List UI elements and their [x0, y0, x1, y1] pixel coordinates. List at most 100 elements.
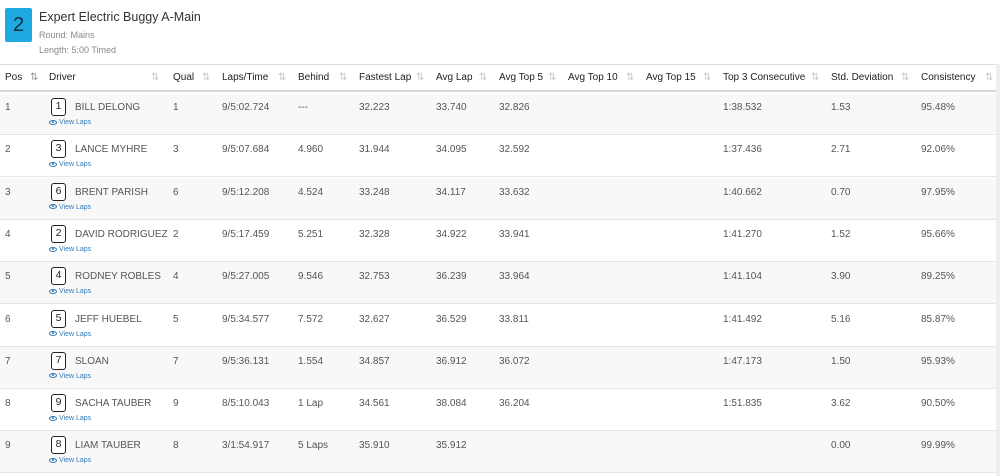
table-row: 2 3 9/5:07.684 4.960 31.944 34.095 32.592 1:37.… [0, 135, 1000, 178]
car-number-badge: 9 [51, 394, 66, 413]
view-laps-link[interactable]: View Laps [49, 415, 91, 422]
view-laps-link[interactable]: View Laps [49, 457, 91, 464]
std-deviation-cell: 5.16 [831, 313, 851, 325]
sort-icon[interactable]: ⇅ [811, 65, 820, 91]
fastest-lap-cell: 35.910 [359, 440, 390, 452]
fastest-lap-cell: 32.223 [359, 102, 390, 113]
column-header-avg-top5[interactable]: Avg Top 5 [499, 65, 543, 91]
race-number-badge: 2 [5, 8, 32, 42]
sort-icon[interactable]: ⇅ [151, 65, 160, 91]
race-header: 2 Expert Electric Buggy A-Main Round: Ma… [0, 0, 1000, 64]
top3-consecutive-cell: 1:37.436 [723, 144, 762, 156]
avg-top5-cell: 36.204 [499, 398, 530, 410]
sort-icon[interactable]: ⇅ [548, 65, 557, 91]
qual-cell: 6 [173, 186, 179, 198]
race-title: Expert Electric Buggy A-Main [39, 10, 201, 24]
column-header-fastest-lap[interactable]: Fastest Lap [359, 65, 411, 91]
column-header-behind[interactable]: Behind [298, 65, 329, 91]
laps-time-cell: 9/5:17.459 [222, 228, 270, 240]
pos-cell: 5 [5, 271, 11, 283]
behind-cell: --- [298, 102, 308, 113]
pos-cell: 8 [5, 398, 11, 410]
fastest-lap-cell: 34.857 [359, 355, 390, 367]
fastest-lap-cell: 34.561 [359, 398, 390, 410]
column-header-avg-lap[interactable]: Avg Lap [436, 65, 473, 91]
view-laps-link[interactable]: View Laps [49, 161, 91, 168]
std-deviation-cell: 1.52 [831, 228, 851, 240]
fastest-lap-cell: 32.627 [359, 313, 390, 325]
view-laps-label: View Laps [59, 288, 92, 296]
std-deviation-cell: 3.90 [831, 271, 851, 283]
column-header-avg-top15[interactable]: Avg Top 15 [646, 65, 696, 91]
column-header-avg-top10[interactable]: Avg Top 10 [568, 65, 618, 91]
consistency-cell: 85.87% [921, 313, 955, 325]
scrollbar[interactable] [996, 64, 1000, 476]
driver-name: SACHA TAUBER [75, 398, 152, 410]
view-laps-link[interactable]: View Laps [49, 373, 91, 380]
view-laps-label: View Laps [59, 372, 92, 380]
sort-icon[interactable]: ⇅ [278, 65, 287, 91]
avg-top5-cell: 36.072 [499, 355, 530, 367]
consistency-cell: 99.99% [921, 440, 955, 452]
sort-icon[interactable]: ⇅ [626, 65, 635, 91]
column-header-laps-time[interactable]: Laps/Time [222, 65, 268, 91]
driver-name: SLOAN [75, 355, 109, 367]
view-laps-label: View Laps [59, 203, 92, 211]
car-number-badge: 4 [51, 267, 66, 286]
sort-asc-icon[interactable]: ⇅ [30, 65, 39, 91]
column-header-top3-consecutive[interactable]: Top 3 Consecutive [723, 65, 805, 91]
view-laps-link[interactable]: View Laps [49, 331, 91, 338]
column-header-consistency[interactable]: Consistency [921, 65, 975, 91]
eye-icon [49, 373, 57, 379]
sort-icon[interactable]: ⇅ [479, 65, 488, 91]
behind-cell: 9.546 [298, 271, 324, 283]
avg-top5-cell: 33.941 [499, 228, 530, 240]
eye-icon [49, 288, 57, 294]
qual-cell: 5 [173, 313, 179, 325]
std-deviation-cell: 2.71 [831, 144, 851, 156]
view-laps-label: View Laps [59, 161, 92, 169]
pos-cell: 7 [5, 355, 11, 367]
avg-lap-cell: 36.529 [436, 313, 467, 325]
laps-time-cell: 9/5:27.005 [222, 271, 270, 283]
qual-cell: 2 [173, 228, 179, 240]
view-laps-link[interactable]: View Laps [49, 246, 91, 253]
top3-consecutive-cell: 1:47.173 [723, 355, 762, 367]
sort-icon[interactable]: ⇅ [703, 65, 712, 91]
view-laps-link[interactable]: View Laps [49, 204, 91, 211]
top3-consecutive-cell: 1:51.835 [723, 398, 762, 410]
qual-cell: 4 [173, 271, 179, 283]
column-header-driver[interactable]: Driver [49, 65, 76, 91]
table-row: 5 4 9/5:27.005 9.546 32.753 36.239 33.964 1:41.… [0, 262, 1000, 305]
sort-icon[interactable]: ⇅ [416, 65, 425, 91]
avg-top5-cell: 32.826 [499, 102, 530, 113]
avg-top5-cell: 33.811 [499, 313, 529, 325]
column-header-pos[interactable]: Pos [5, 65, 22, 91]
results-page: 2 Expert Electric Buggy A-Main Round: Ma… [0, 0, 1000, 476]
top3-consecutive-cell: 1:38.532 [723, 102, 762, 113]
consistency-cell: 95.93% [921, 355, 955, 367]
avg-lap-cell: 35.912 [436, 440, 467, 452]
sort-icon[interactable]: ⇅ [985, 65, 994, 91]
sort-icon[interactable]: ⇅ [339, 65, 348, 91]
view-laps-link[interactable]: View Laps [49, 288, 91, 295]
avg-lap-cell: 34.095 [436, 144, 467, 156]
eye-icon [49, 204, 57, 210]
consistency-cell: 95.66% [921, 228, 955, 240]
column-header-std-deviation[interactable]: Std. Deviation [831, 65, 893, 91]
fastest-lap-cell: 31.944 [359, 144, 390, 156]
driver-name: BRENT PARISH [75, 186, 148, 198]
sort-icon[interactable]: ⇅ [901, 65, 910, 91]
qual-cell: 1 [173, 102, 179, 113]
view-laps-link[interactable]: View Laps [49, 119, 91, 126]
sort-icon[interactable]: ⇅ [202, 65, 211, 91]
column-header-qual[interactable]: Qual [173, 65, 194, 91]
table-row: 3 6 9/5:12.208 4.524 33.248 34.117 33.632 1:40.… [0, 177, 1000, 220]
consistency-cell: 92.06% [921, 144, 955, 156]
race-length: Length: 5:00 Timed [39, 45, 117, 55]
race-round: Round: Mains [39, 30, 95, 40]
consistency-cell: 97.95% [921, 186, 955, 198]
behind-cell: 4.960 [298, 144, 324, 156]
driver-name: RODNEY ROBLES [75, 271, 161, 283]
table-row: 1 1 9/5:02.724 --- 32.223 33.740 32.826 1:38.53… [0, 93, 1000, 135]
